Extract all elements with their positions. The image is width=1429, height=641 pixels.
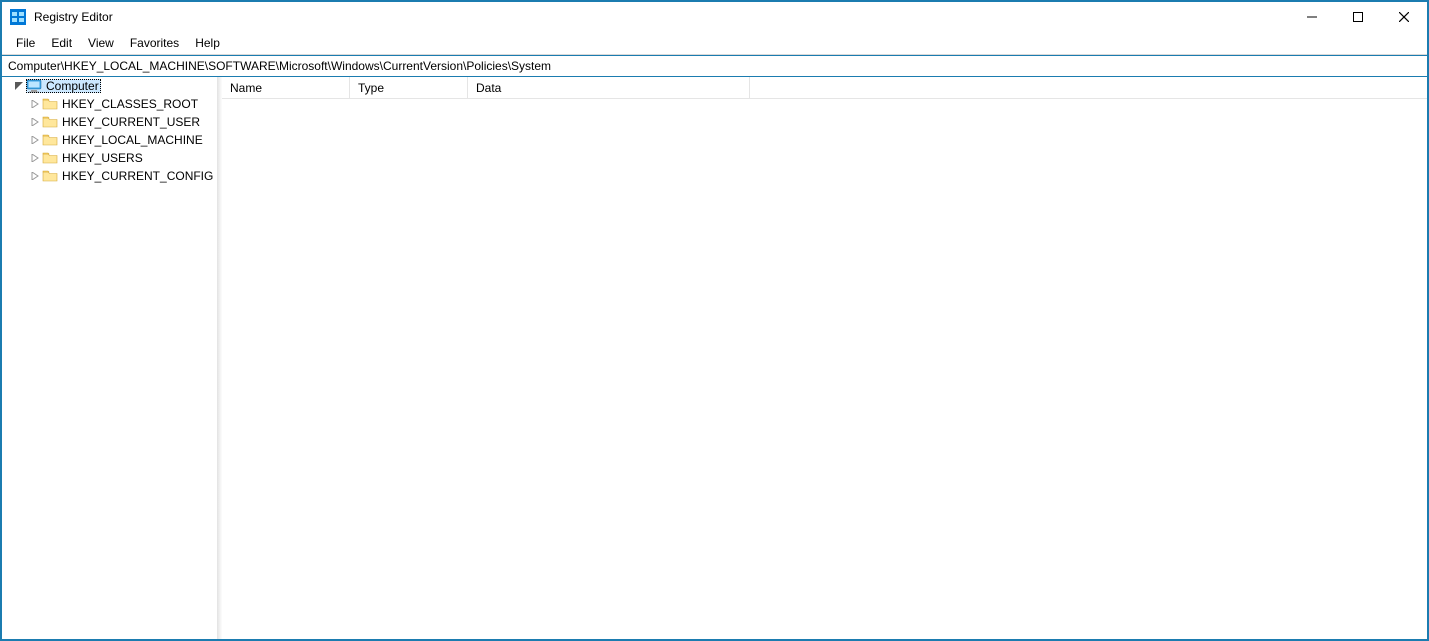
tree-label: Computer (46, 79, 99, 93)
chevron-right-icon[interactable] (30, 153, 40, 163)
tree-hkcr[interactable]: HKEY_CLASSES_ROOT (2, 95, 217, 113)
list-body[interactable] (222, 99, 1427, 639)
folder-icon (42, 115, 58, 129)
menu-edit[interactable]: Edit (43, 34, 80, 52)
folder-icon (42, 133, 58, 147)
tree-hkcu[interactable]: HKEY_CURRENT_USER (2, 113, 217, 131)
folder-icon (42, 151, 58, 165)
window-title: Registry Editor (34, 10, 113, 24)
menu-favorites[interactable]: Favorites (122, 34, 187, 52)
address-bar (2, 55, 1427, 77)
menubar: File Edit View Favorites Help (2, 32, 1427, 55)
chevron-right-icon[interactable] (30, 99, 40, 109)
chevron-down-icon[interactable] (14, 81, 24, 91)
column-type[interactable]: Type (350, 77, 468, 98)
tree-hku[interactable]: HKEY_USERS (2, 149, 217, 167)
tree-panel[interactable]: Computer HKEY_CLASSES_ROOT HKEY_CURRENT_… (2, 77, 218, 639)
window-controls (1289, 2, 1427, 32)
chevron-right-icon[interactable] (30, 117, 40, 127)
address-input[interactable] (2, 56, 1427, 76)
menu-help[interactable]: Help (187, 34, 228, 52)
menu-file[interactable]: File (8, 34, 43, 52)
tree-label: HKEY_CLASSES_ROOT (62, 97, 198, 111)
titlebar: Registry Editor (2, 2, 1427, 32)
chevron-right-icon[interactable] (30, 171, 40, 181)
column-name[interactable]: Name (222, 77, 350, 98)
tree-label: HKEY_USERS (62, 151, 143, 165)
list-header: Name Type Data (222, 77, 1427, 99)
tree-computer[interactable]: Computer (2, 77, 217, 95)
close-button[interactable] (1381, 2, 1427, 32)
menu-view[interactable]: View (80, 34, 122, 52)
column-data[interactable]: Data (468, 77, 750, 98)
minimize-button[interactable] (1289, 2, 1335, 32)
computer-icon (26, 79, 42, 93)
tree-hkcc[interactable]: HKEY_CURRENT_CONFIG (2, 167, 217, 185)
tree-label: HKEY_CURRENT_CONFIG (62, 169, 213, 183)
maximize-button[interactable] (1335, 2, 1381, 32)
folder-icon (42, 169, 58, 183)
tree-label: HKEY_CURRENT_USER (62, 115, 200, 129)
chevron-right-icon[interactable] (30, 135, 40, 145)
list-panel[interactable]: Name Type Data (222, 77, 1427, 639)
folder-icon (42, 97, 58, 111)
regedit-app-icon (10, 9, 26, 25)
tree-label: HKEY_LOCAL_MACHINE (62, 133, 203, 147)
tree-hklm[interactable]: HKEY_LOCAL_MACHINE (2, 131, 217, 149)
